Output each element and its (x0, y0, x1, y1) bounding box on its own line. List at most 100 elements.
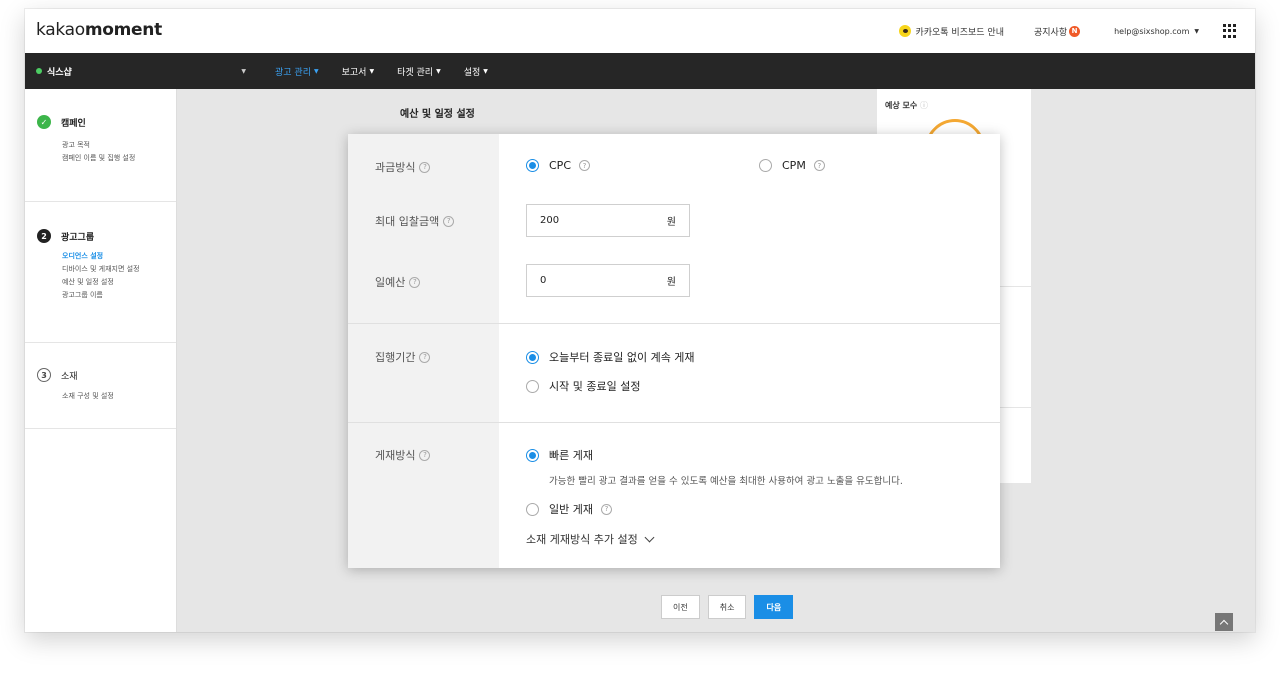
step-adgroup-title[interactable]: 2 광고그룹 (37, 229, 94, 243)
radio-selected-icon (526, 159, 539, 172)
input-value: 200 (540, 215, 560, 226)
help-icon[interactable]: ? (579, 160, 590, 171)
radio-label: CPC (549, 159, 571, 172)
daily-budget-label: 일예산? (375, 274, 421, 290)
caret-down-icon: ▼ (483, 67, 488, 75)
scroll-to-top-button[interactable] (1215, 613, 1233, 631)
new-badge: N (1069, 25, 1081, 37)
step-campaign-title[interactable]: ✓ 캠페인 (37, 115, 86, 129)
radio-label: 오늘부터 종료일 없이 계속 게재 (549, 351, 695, 364)
billing-label: 과금방식? (375, 159, 431, 175)
section-title: 예산 및 일정 설정 (400, 109, 475, 120)
biz-board-label: 카카오톡 비즈보드 안내 (915, 27, 1004, 38)
more-settings-label: 소재 게재방식 추가 설정 (526, 533, 638, 546)
kakao-talk-icon (899, 25, 912, 37)
app-window: kakaomoment 카카오톡 비즈보드 안내 공지사항 N help@six… (25, 9, 1255, 632)
step-adgroup: 2 광고그룹 오디언스 설정 디바이스 및 게재지면 설정 예산 및 일정 설정… (25, 202, 176, 343)
radio-label: 일반 게재 (549, 503, 593, 516)
nav-settings[interactable]: 설정 ▼ (464, 65, 488, 78)
help-icon[interactable]: ? (600, 503, 612, 515)
biz-board-link[interactable]: 카카오톡 비즈보드 안내 (899, 25, 1004, 38)
nav-label: 광고 관리 (275, 67, 311, 78)
nav-ad-management[interactable]: 광고 관리 ▼ (275, 65, 319, 78)
step-item-audience[interactable]: 오디언스 설정 (62, 250, 140, 263)
chevron-down-icon (644, 532, 655, 543)
header-utilities: 카카오톡 비즈보드 안내 공지사항 N help@sixshop.com ▼ (899, 9, 1237, 53)
help-icon[interactable]: ? (813, 160, 825, 171)
creative-delivery-more-settings[interactable]: 소재 게재방식 추가 설정 (526, 531, 655, 547)
account-email: help@sixshop.com (1114, 26, 1190, 36)
footer-buttons: 이전 취소 다음 (661, 595, 801, 619)
step-title: 캠페인 (61, 118, 86, 129)
cancel-button[interactable]: 취소 (707, 595, 747, 619)
caret-down-icon: ▼ (1194, 27, 1199, 35)
step-campaign-items: 광고 목적 캠페인 이름 및 집행 설정 (62, 139, 135, 165)
divider (348, 323, 1000, 324)
step-number-3-icon: 3 (37, 368, 51, 382)
step-campaign: ✓ 캠페인 광고 목적 캠페인 이름 및 집행 설정 (25, 89, 176, 202)
help-icon[interactable]: ? (419, 351, 431, 363)
unit-label: 원 (666, 217, 676, 228)
step-sidebar: ✓ 캠페인 광고 목적 캠페인 이름 및 집행 설정 2 광고그룹 오디언스 설… (25, 89, 177, 632)
radio-empty-icon (526, 502, 539, 516)
account-menu[interactable]: help@sixshop.com ▼ (1114, 27, 1199, 36)
radio-label: CPM (782, 159, 806, 172)
nav-target-management[interactable]: 타겟 관리 ▼ (397, 65, 441, 78)
step-item-campaign-name[interactable]: 캠페인 이름 및 집행 설정 (62, 152, 135, 165)
max-bid-input[interactable]: 200 원 (526, 204, 690, 237)
next-button[interactable]: 다음 (754, 595, 794, 619)
step-item-budget[interactable]: 예산 및 일정 설정 (62, 276, 140, 289)
max-bid-label: 최대 입찰금액? (375, 213, 455, 229)
nav-reports[interactable]: 보고서 ▼ (342, 65, 374, 78)
divider (348, 422, 1000, 423)
caret-down-icon: ▼ (241, 67, 246, 75)
notice-label: 공지사항 (1033, 27, 1068, 38)
nav-label: 타겟 관리 (397, 67, 434, 78)
step-title: 소재 (61, 371, 78, 382)
logo-bold-text: moment (84, 20, 162, 40)
caret-down-icon: ▼ (313, 67, 319, 75)
budget-schedule-panel: 과금방식? CPC ? CPM ? 최대 입찰금액? 200 원 일예산? 0 … (348, 134, 1000, 568)
step-creative-items: 소재 구성 및 설정 (62, 390, 114, 403)
step-adgroup-items: 오디언스 설정 디바이스 및 게재지면 설정 예산 및 일정 설정 광고그룹 이… (62, 250, 140, 302)
radio-start-end-date[interactable]: 시작 및 종료일 설정 (526, 378, 640, 394)
radio-empty-icon (526, 379, 539, 393)
step-item-ad-goal[interactable]: 광고 목적 (62, 139, 135, 152)
prev-button[interactable]: 이전 (661, 595, 700, 619)
radio-empty-icon (759, 159, 772, 172)
nav-menu: 광고 관리 ▼ 보고서 ▼ 타겟 관리 ▼ 설정 ▼ (275, 53, 511, 89)
help-icon[interactable]: ? (419, 449, 431, 461)
kakao-moment-logo[interactable]: kakaomoment (36, 20, 162, 40)
top-header: kakaomoment 카카오톡 비즈보드 안내 공지사항 N help@six… (25, 9, 1255, 53)
fast-delivery-description: 가능한 빨리 광고 결과를 얻을 수 있도록 예산을 최대한 사용하여 광고 노… (549, 476, 903, 487)
radio-fast-delivery[interactable]: 빠른 게재 (526, 447, 593, 463)
shop-selector[interactable]: 식스샵 ▼ (36, 53, 246, 89)
step-item-adgroup-name[interactable]: 광고그룹 이름 (62, 289, 140, 302)
radio-label: 시작 및 종료일 설정 (549, 380, 641, 393)
step-creative-title[interactable]: 3 소재 (37, 368, 78, 382)
caret-down-icon: ▼ (369, 67, 375, 75)
step-item-device[interactable]: 디바이스 및 게재지면 설정 (62, 263, 140, 276)
nav-label: 보고서 (341, 67, 367, 78)
estimate-label: 예상 모수 ⓘ (885, 101, 929, 110)
check-icon: ✓ (37, 115, 51, 129)
input-value: 0 (540, 275, 547, 286)
help-icon[interactable]: ? (443, 215, 455, 227)
radio-cpm[interactable]: CPM ? (759, 159, 825, 172)
step-creative: 3 소재 소재 구성 및 설정 (25, 343, 176, 429)
status-dot-icon (36, 68, 42, 74)
notice-link[interactable]: 공지사항 N (1033, 25, 1081, 38)
app-grid-icon[interactable] (1223, 24, 1237, 38)
shop-name: 식스샵 (47, 67, 72, 78)
radio-normal-delivery[interactable]: 일반 게재 ? (526, 501, 612, 517)
radio-no-end-date[interactable]: 오늘부터 종료일 없이 계속 게재 (526, 349, 695, 365)
step-item-creative[interactable]: 소재 구성 및 설정 (62, 390, 114, 403)
help-icon[interactable]: ? (419, 161, 431, 173)
radio-cpc[interactable]: CPC ? (526, 159, 590, 172)
daily-budget-input[interactable]: 0 원 (526, 264, 690, 297)
help-icon[interactable]: ⓘ (920, 101, 928, 110)
unit-label: 원 (666, 277, 676, 288)
help-icon[interactable]: ? (409, 276, 421, 288)
delivery-label: 게재방식? (375, 447, 431, 463)
step-number-2-icon: 2 (37, 229, 51, 243)
